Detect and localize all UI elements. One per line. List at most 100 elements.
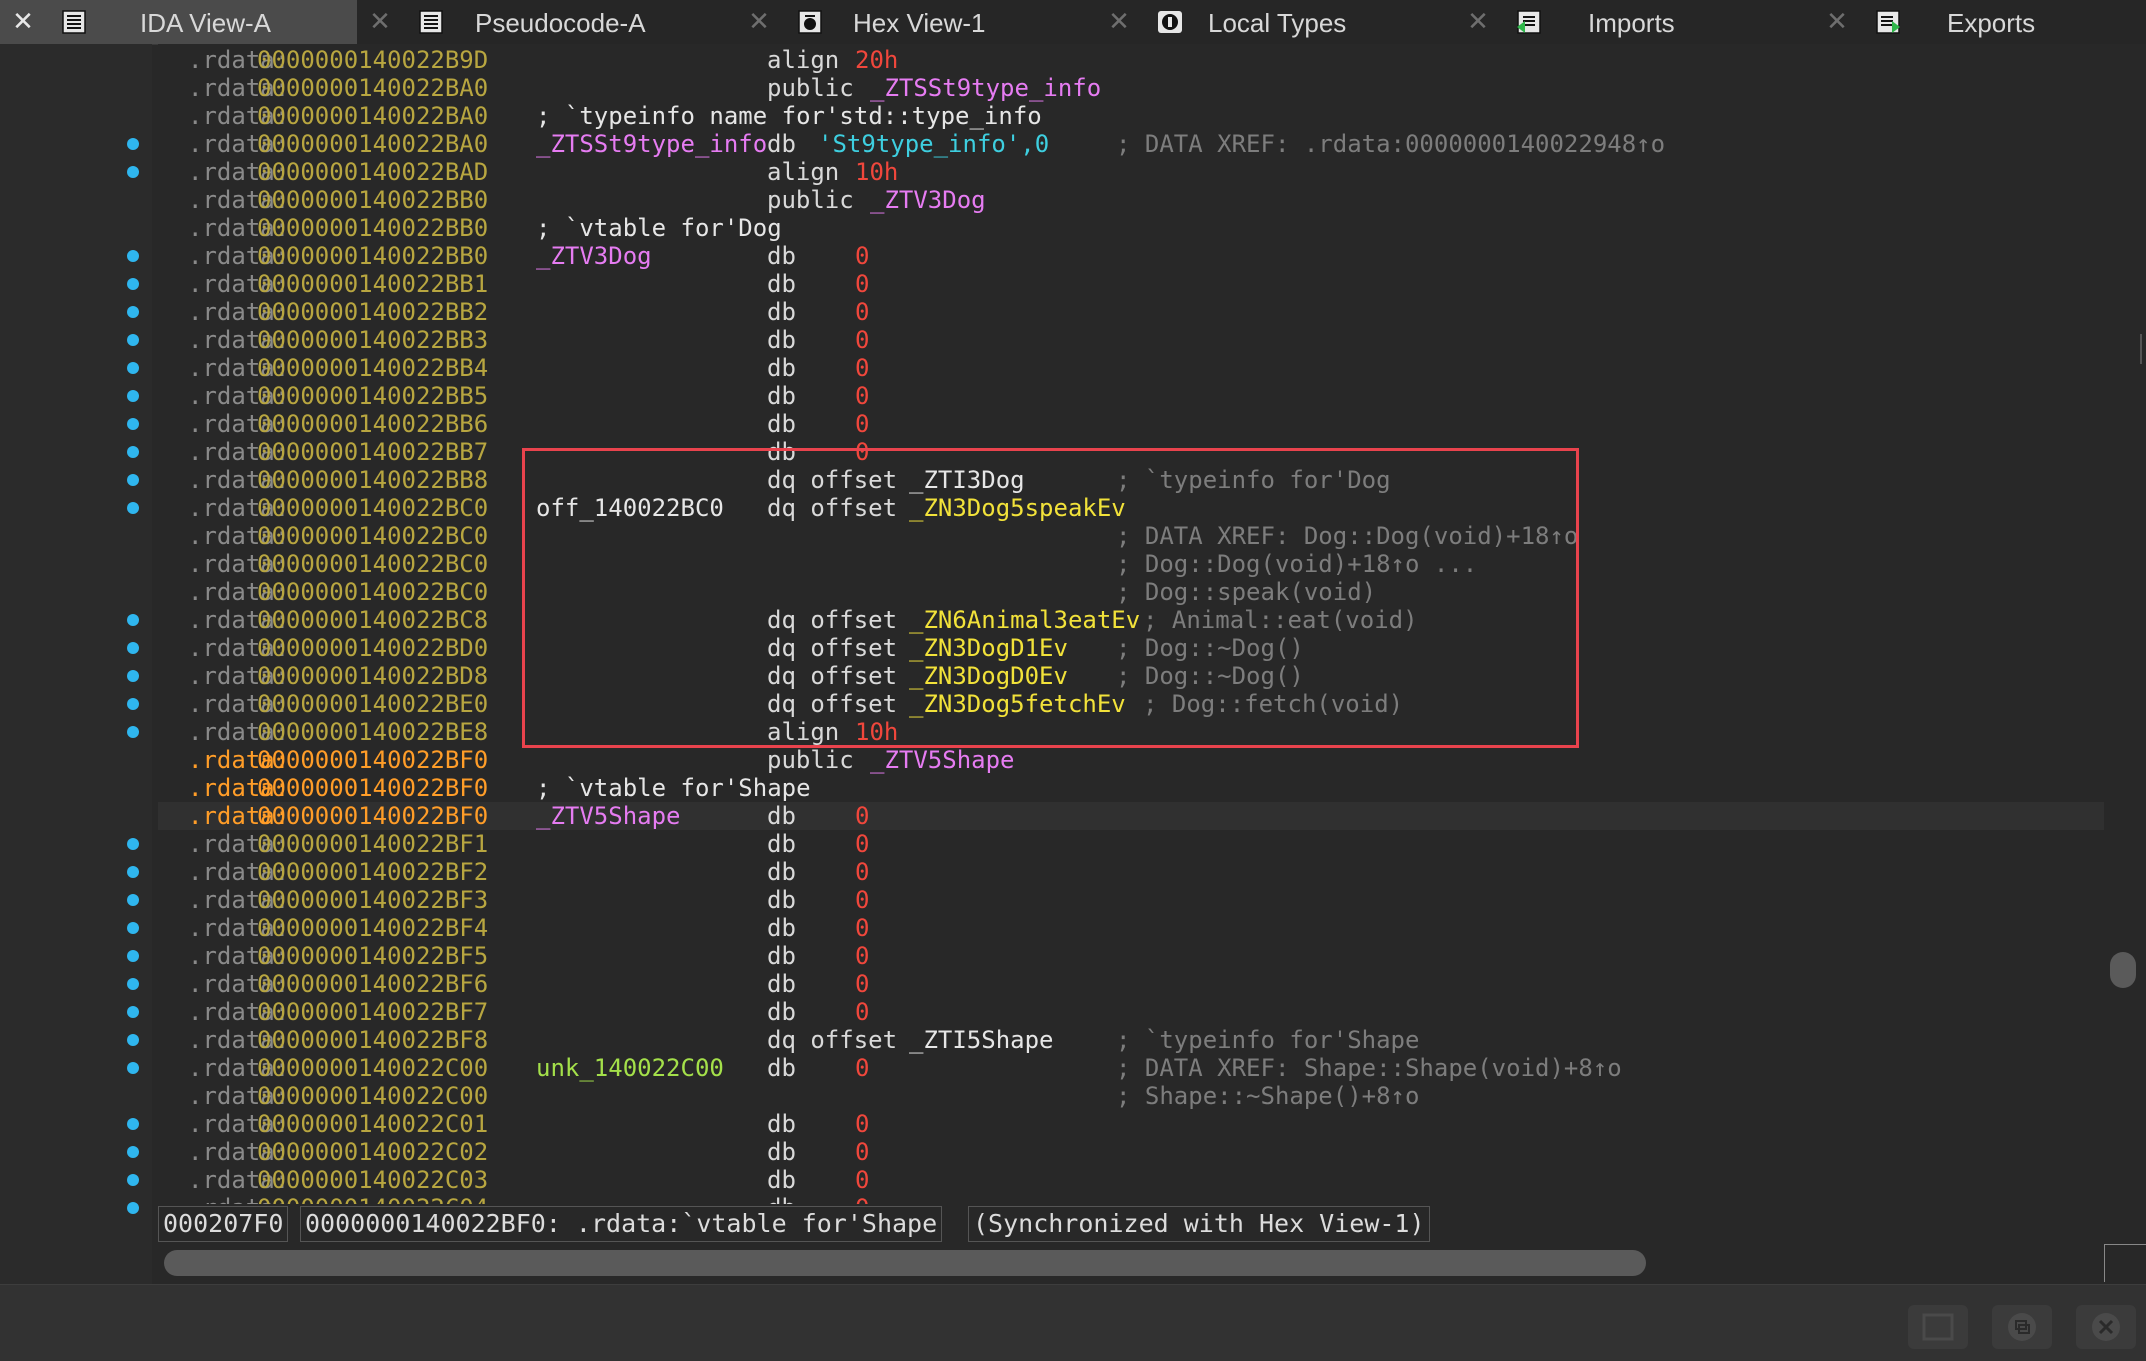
line-marker-dot[interactable] xyxy=(127,474,139,486)
line-marker-dot[interactable] xyxy=(127,418,139,430)
listing-line[interactable]: .rdata: 0000000140022C00; Shape::~Shape()… xyxy=(158,1082,2104,1110)
line-marker-dot[interactable] xyxy=(127,1034,139,1046)
line-marker-dot[interactable] xyxy=(127,838,139,850)
line-marker-dot[interactable] xyxy=(127,1174,139,1186)
line-marker-dot[interactable] xyxy=(127,362,139,374)
line-marker-dot[interactable] xyxy=(127,726,139,738)
line-marker-dot[interactable] xyxy=(127,1118,139,1130)
tab-pseudocode-a[interactable]: ✕ Pseudocode-A xyxy=(357,0,714,44)
listing-line[interactable]: .rdata: 0000000140022BE8 align 10h xyxy=(158,718,2104,746)
line-marker-dot[interactable] xyxy=(127,1062,139,1074)
listing-line[interactable]: .rdata: 0000000140022BF8 dq offset _ZTI5Sha… xyxy=(158,1026,2104,1054)
tab-hex-view-1[interactable]: ✕ Hex View-1 xyxy=(736,0,1093,44)
vertical-scrollbar[interactable] xyxy=(2104,44,2146,1284)
listing-line[interactable]: .rdata: 0000000140022BF7 db 0 xyxy=(158,998,2104,1026)
line-marker-dot[interactable] xyxy=(127,1202,139,1214)
close-icon[interactable]: ✕ xyxy=(367,6,393,36)
listing-line[interactable]: .rdata: 0000000140022BF5 db 0 xyxy=(158,942,2104,970)
disassembly-listing[interactable]: .rdata: 0000000140022B9D align 20h .rdata: 00… xyxy=(158,44,2104,1204)
listing-line[interactable]: .rdata: 0000000140022BF0 _ZTV5Shape db 0 xyxy=(158,802,2104,830)
listing-line[interactable]: .rdata: 0000000140022BC0; Dog::speak(void… xyxy=(158,578,2104,606)
line-marker-dot[interactable] xyxy=(127,922,139,934)
close-icon[interactable]: ✕ xyxy=(1106,6,1132,36)
close-icon[interactable]: ✕ xyxy=(746,6,772,36)
line-marker-dot[interactable] xyxy=(127,390,139,402)
address: 0000000140022BB1 xyxy=(257,270,489,298)
listing-line[interactable]: .rdata: 0000000140022BD8 dq offset _ZN3DogD… xyxy=(158,662,2104,690)
tab-ida-view-a[interactable]: ✕ IDA View-A xyxy=(0,0,357,44)
listing-line[interactable]: .rdata: 0000000140022BC0; Dog::Dog(void)+… xyxy=(158,550,2104,578)
line-marker-dot[interactable] xyxy=(127,1146,139,1158)
listing-line[interactable]: .rdata: 0000000140022C00 unk_140022C00 db 0;… xyxy=(158,1054,2104,1082)
listing-line[interactable]: .rdata: 0000000140022BE0 dq offset _ZN3Dog5… xyxy=(158,690,2104,718)
listing-line[interactable]: .rdata: 0000000140022BA0 public _ZTSSt9type… xyxy=(158,74,2104,102)
listing-line[interactable]: .rdata:0000000140022C04db0 xyxy=(158,1194,2104,1204)
line-marker-dot[interactable] xyxy=(127,978,139,990)
line-marker-dot[interactable] xyxy=(127,866,139,878)
address: 0000000140022BA0 xyxy=(257,74,489,102)
line-marker-dot[interactable] xyxy=(127,642,139,654)
line-marker-dot[interactable] xyxy=(127,670,139,682)
listing-line[interactable]: .rdata: 0000000140022BF6 db 0 xyxy=(158,970,2104,998)
line-marker-dot[interactable] xyxy=(127,306,139,318)
listing-line[interactable]: .rdata: 0000000140022C03 db 0 xyxy=(158,1166,2104,1194)
line-marker-dot[interactable] xyxy=(127,138,139,150)
listing-line[interactable]: .rdata: 0000000140022BB5 db 0 xyxy=(158,382,2104,410)
listing-line[interactable]: .rdata: 0000000140022BB0 _ZTV3Dog db 0 xyxy=(158,242,2104,270)
tab-local-types[interactable]: ✕ Local Types xyxy=(1096,0,1453,44)
listing-line[interactable]: .rdata: 0000000140022BB4 db 0 xyxy=(158,354,2104,382)
listing-line[interactable]: .rdata: 0000000140022BF3 db 0 xyxy=(158,886,2104,914)
listing-line[interactable]: .rdata: 0000000140022BC8 dq offset _ZN6Anim… xyxy=(158,606,2104,634)
panel-toggle-button[interactable] xyxy=(1908,1305,1968,1349)
listing-line[interactable]: .rdata: 0000000140022C02 db 0 xyxy=(158,1138,2104,1166)
close-icon[interactable]: ✕ xyxy=(1465,6,1491,36)
line-marker-dot[interactable] xyxy=(127,278,139,290)
horizontal-scrollbar-thumb[interactable] xyxy=(164,1250,1646,1276)
address: 0000000140022BB0 xyxy=(257,242,489,270)
address: 0000000140022BF3 xyxy=(257,886,489,914)
listing-line[interactable]: .rdata: 0000000140022BF4 db 0 xyxy=(158,914,2104,942)
line-marker-dot[interactable] xyxy=(127,614,139,626)
listing-line[interactable]: .rdata: 0000000140022BF1 db 0 xyxy=(158,830,2104,858)
listing-line[interactable]: .rdata: 0000000140022BB2 db 0 xyxy=(158,298,2104,326)
listing-line[interactable]: .rdata: 0000000140022BB3 db 0 xyxy=(158,326,2104,354)
line-marker-dot[interactable] xyxy=(127,698,139,710)
listing-line[interactable]: .rdata: 0000000140022BB0; `vtable for'Dog xyxy=(158,214,2104,242)
listing-line[interactable]: .rdata: 0000000140022BB0 public _ZTV3Dog xyxy=(158,186,2104,214)
mnemonic: db xyxy=(767,998,796,1026)
close-icon[interactable]: ✕ xyxy=(10,6,36,36)
close-panel-button[interactable] xyxy=(2076,1305,2136,1349)
vertical-scrollbar-thumb[interactable] xyxy=(2110,952,2136,988)
line-marker-dot[interactable] xyxy=(127,250,139,262)
listing-line[interactable]: .rdata: 0000000140022BB8 dq offset _ZTI3Dog… xyxy=(158,466,2104,494)
mnemonic: dq offset xyxy=(767,662,898,690)
listing-line[interactable]: .rdata: 0000000140022BF0; `vtable for'Sha… xyxy=(158,774,2104,802)
line-marker-dot[interactable] xyxy=(127,166,139,178)
line-marker-dot[interactable] xyxy=(127,334,139,346)
listing-line[interactable]: .rdata: 0000000140022BB7 db 0 xyxy=(158,438,2104,466)
close-icon[interactable]: ✕ xyxy=(1824,6,1850,36)
line-marker-dot[interactable] xyxy=(127,894,139,906)
line-marker-dot[interactable] xyxy=(127,1006,139,1018)
listing-line[interactable]: .rdata: 0000000140022BB6 db 0 xyxy=(158,410,2104,438)
line-marker-dot[interactable] xyxy=(127,446,139,458)
listing-line[interactable]: .rdata: 0000000140022BF2 db 0 xyxy=(158,858,2104,886)
listing-line[interactable]: .rdata: 0000000140022BA0 _ZTSSt9type_info d… xyxy=(158,130,2104,158)
horizontal-scrollbar[interactable] xyxy=(158,1248,2104,1278)
listing-line[interactable]: .rdata: 0000000140022BAD align 10h xyxy=(158,158,2104,186)
tab-imports[interactable]: ✕ Imports xyxy=(1455,0,1812,44)
line-marker-dot[interactable] xyxy=(127,950,139,962)
listing-line[interactable]: .rdata: 0000000140022C01 db 0 xyxy=(158,1110,2104,1138)
listing-line[interactable]: .rdata: 0000000140022BB1 db 0 xyxy=(158,270,2104,298)
tab-exports[interactable]: ✕ Exports xyxy=(1814,0,2146,44)
listing-line[interactable]: .rdata: 0000000140022B9D align 20h xyxy=(158,46,2104,74)
listing-line[interactable]: .rdata: 0000000140022BD0 dq offset _ZN3DogD… xyxy=(158,634,2104,662)
mnemonic: db xyxy=(767,438,796,466)
listing-line[interactable]: .rdata: 0000000140022BF0 public _ZTV5Shape xyxy=(158,746,2104,774)
line-marker-dot[interactable] xyxy=(127,502,139,514)
listing-line[interactable]: .rdata: 0000000140022BA0; `typeinfo name … xyxy=(158,102,2104,130)
float-window-button[interactable] xyxy=(1992,1305,2052,1349)
listing-line[interactable]: .rdata: 0000000140022BC0 off_140022BC0 dq o… xyxy=(158,494,2104,522)
listing-gutter[interactable] xyxy=(0,44,152,1284)
listing-line[interactable]: .rdata: 0000000140022BC0; DATA XREF: Dog:… xyxy=(158,522,2104,550)
